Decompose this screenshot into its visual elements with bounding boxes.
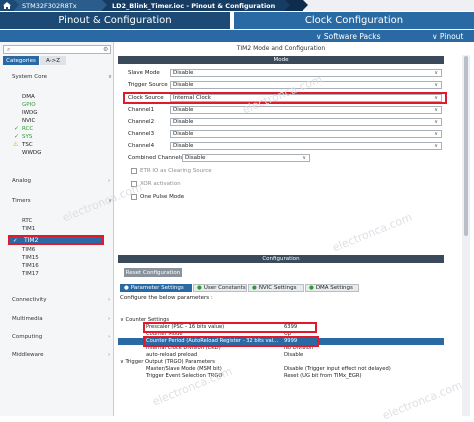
chevron-down-icon: ∨	[434, 70, 438, 76]
sidebar-item-tim15[interactable]: TIM15	[22, 255, 39, 261]
tab-parameter-settings[interactable]: ● Parameter Settings	[120, 284, 192, 292]
chevron-right-icon[interactable]: ›	[108, 334, 110, 340]
sidebar-item-tim1[interactable]: TIM1	[22, 226, 35, 232]
label-xor-activation: XOR activation	[140, 181, 181, 187]
chevron-down-icon: ∨	[434, 95, 438, 101]
gear-icon[interactable]: ⚙	[103, 46, 108, 53]
select-clock-source[interactable]: Internal Clock ∨	[170, 94, 442, 102]
category-system-core[interactable]: System Core	[12, 74, 47, 80]
search-input[interactable]	[3, 45, 111, 54]
sidebar-item-tsc[interactable]: TSC	[22, 142, 33, 148]
chevron-down-icon: ∨	[434, 107, 438, 113]
pinout-menu[interactable]: ∨ Pinout	[432, 30, 463, 42]
mode-header: Mode	[118, 56, 444, 64]
breadcrumb-item-mcu[interactable]: STM32F302R8Tx	[14, 0, 107, 11]
highlight-counter-period	[143, 336, 319, 347]
label-channel3: Channel3	[128, 131, 155, 137]
tree-row-master-slave-mode[interactable]: Master/Slave Mode (MSM bit) Disable (Tri…	[118, 366, 444, 373]
sidebar-item-sys[interactable]: SYS	[22, 134, 32, 140]
sidebar-item-rtc[interactable]: RTC	[22, 218, 32, 224]
sidebar-item-wwdg[interactable]: WWDG	[22, 150, 41, 156]
tab-user-constants[interactable]: ● User Constants	[193, 284, 247, 292]
check-icon: ●	[309, 285, 314, 291]
chevron-down-icon[interactable]: ∨	[108, 74, 112, 80]
tree-group-trgo-parameters[interactable]: ∨ Trigger Output (TRGO) Parameters	[118, 359, 444, 366]
scrollbar-thumb[interactable]	[464, 56, 468, 236]
category-timers[interactable]: Timers	[12, 198, 31, 204]
chevron-down-icon: ∨	[434, 143, 438, 149]
home-icon[interactable]	[0, 0, 19, 11]
sidebar-item-label: TIM2	[24, 236, 39, 244]
chevron-right-icon[interactable]: ›	[108, 316, 110, 322]
tab-nvic-settings[interactable]: ● NVIC Settings	[248, 284, 304, 292]
chevron-right-icon[interactable]: ›	[108, 297, 110, 303]
label-one-pulse-mode: One Pulse Mode	[140, 194, 185, 200]
label-trigger-source: Trigger Source	[128, 82, 168, 88]
label-channel2: Channel2	[128, 119, 155, 125]
tree-row-trigger-event[interactable]: Trigger Event Selection TRGO Reset (UG b…	[118, 373, 444, 380]
check-icon: ●	[252, 285, 257, 291]
checkbox-etr-clearing[interactable]	[131, 168, 137, 174]
select-slave-mode[interactable]: Disable ∨	[170, 69, 442, 77]
check-icon: ✓	[13, 238, 18, 244]
search-icon: ⌕	[7, 46, 11, 53]
sidebar-item-tim6[interactable]: TIM6	[22, 247, 35, 253]
tab-categories[interactable]: Categories	[3, 56, 39, 65]
select-channel3[interactable]: Disable ∨	[170, 130, 442, 138]
label-etr-clearing: ETR IO as Clearing Source	[140, 168, 212, 174]
tab-a-to-z[interactable]: A->Z	[40, 56, 66, 65]
sidebar	[0, 42, 114, 416]
reset-configuration-button[interactable]: Reset Configuration	[124, 268, 182, 277]
configuration-header: Configuration	[118, 255, 444, 263]
check-icon: ✓	[14, 125, 20, 132]
highlight-prescaler	[143, 322, 317, 333]
category-tabs: Categories A->Z	[3, 56, 111, 65]
select-channel2[interactable]: Disable ∨	[170, 118, 442, 126]
label-slave-mode: Slave Mode	[128, 70, 160, 76]
tab-clock-configuration[interactable]: Clock Configuration	[234, 12, 474, 29]
sidebar-item-tim2[interactable]: ✓ TIM2	[8, 235, 104, 245]
sidebar-item-rcc[interactable]: RCC	[22, 126, 33, 132]
tab-dma-settings[interactable]: ● DMA Settings	[305, 284, 359, 292]
label-combined-channels: Combined Channels	[128, 155, 184, 161]
sub-toolbar	[0, 30, 474, 42]
tab-pinout-configuration[interactable]: Pinout & Configuration	[0, 12, 230, 29]
configure-hint: Configure the below parameters :	[120, 295, 213, 301]
check-icon: ●	[124, 285, 129, 291]
chevron-right-icon[interactable]: ›	[108, 178, 110, 184]
sidebar-item-tim16[interactable]: TIM16	[22, 263, 39, 269]
sidebar-item-iwdg[interactable]: IWDG	[22, 110, 38, 116]
chevron-down-icon: ∨	[434, 131, 438, 137]
label-channel4: Channel4	[128, 143, 155, 149]
category-multimedia[interactable]: Multimedia	[12, 316, 43, 322]
chevron-down-icon: ∨	[434, 82, 438, 88]
breadcrumb-item-project[interactable]: LD2_Blink_Timer.ioc - Pinout & Configura…	[102, 0, 291, 11]
label-channel1: Channel1	[128, 107, 155, 113]
sidebar-item-dma[interactable]: DMA	[22, 94, 35, 100]
category-middleware[interactable]: Middleware	[12, 352, 44, 358]
software-packs-menu[interactable]: ∨ Software Packs	[316, 30, 380, 42]
sidebar-item-tim17[interactable]: TIM17	[22, 271, 39, 277]
chevron-right-icon[interactable]: ›	[108, 352, 110, 358]
page-title: TIM2 Mode and Configuration	[236, 45, 326, 52]
sidebar-item-nvic[interactable]: NVIC	[22, 118, 35, 124]
select-channel1[interactable]: Disable ∨	[170, 106, 442, 114]
select-combined-channels[interactable]: Disable ∨	[182, 154, 310, 162]
category-analog[interactable]: Analog	[12, 178, 31, 184]
select-channel4[interactable]: Disable ∨	[170, 142, 442, 150]
check-icon: ●	[197, 285, 202, 291]
category-connectivity[interactable]: Connectivity	[12, 297, 46, 303]
sidebar-item-gpio[interactable]: GPIO	[22, 102, 36, 108]
tree-row-auto-reload-preload[interactable]: auto-reload preload Disable	[118, 352, 444, 359]
breadcrumb: STM32F302R8Tx LD2_Blink_Timer.ioc - Pino…	[0, 0, 474, 11]
warning-icon: ⚠	[13, 141, 19, 148]
label-clock-source: Clock Source	[128, 95, 164, 101]
category-computing[interactable]: Computing	[12, 334, 42, 340]
chevron-down-icon: ∨	[434, 119, 438, 125]
chevron-down-icon: ∨	[302, 155, 306, 161]
check-icon: ✓	[14, 133, 20, 140]
